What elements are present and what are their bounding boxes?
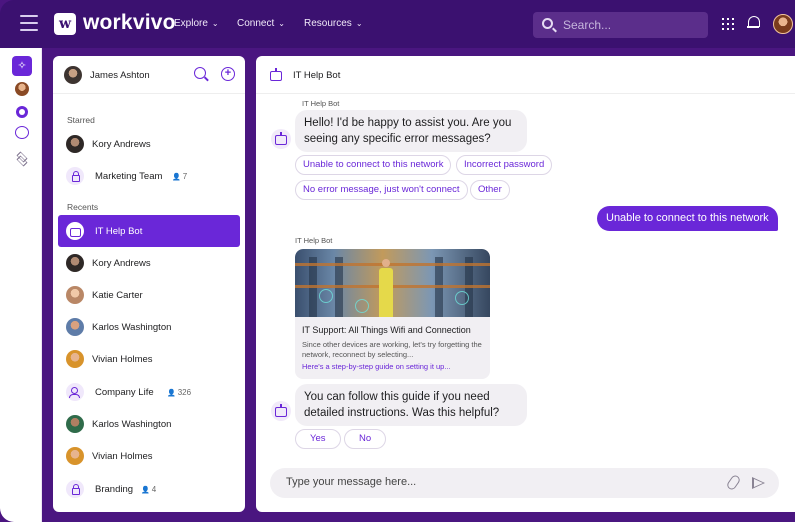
nav-connect[interactable]: Connect ⌄: [237, 18, 285, 29]
lock-icon: [66, 167, 84, 185]
rail-avatar[interactable]: [15, 82, 29, 96]
conversation-list-header: James Ashton +: [53, 56, 245, 94]
chevron-down-icon: ⌄: [278, 19, 285, 28]
conversation-list-panel: James Ashton + Starred Kory Andrews Mark…: [53, 56, 245, 512]
no-button[interactable]: No: [344, 429, 387, 449]
conversation-name: Vivian Holmes: [92, 451, 153, 462]
avatar: [66, 135, 84, 153]
notification-bell-icon[interactable]: [747, 16, 760, 30]
conversation-name: Karlos Washington: [92, 322, 172, 333]
conversation-name: Karlos Washington: [92, 419, 172, 430]
chat-title: IT Help Bot: [293, 70, 341, 81]
member-count: 👤 4: [141, 485, 157, 494]
discover-icon[interactable]: [16, 106, 28, 118]
new-chat-icon[interactable]: +: [221, 67, 235, 81]
conversation-item[interactable]: Katie Carter: [58, 279, 240, 311]
avatar: [66, 350, 84, 368]
conversation-item[interactable]: Vivian Holmes: [58, 343, 240, 375]
attachment-icon[interactable]: [725, 473, 742, 492]
app-frame: w workvivo Explore ⌄ Connect ⌄ Resources ⌄ …: [0, 0, 795, 522]
apps-grid-icon[interactable]: [722, 18, 734, 30]
quick-reply-button[interactable]: Unable to connect to this network: [295, 155, 452, 175]
conversation-name: Kory Andrews: [92, 258, 151, 269]
message-input[interactable]: Type your message here...: [270, 468, 779, 498]
member-count: 👤 326: [167, 388, 192, 397]
lock-icon: [66, 480, 84, 498]
current-user-avatar: [64, 66, 82, 84]
conversation-item[interactable]: Karlos Washington: [58, 408, 240, 440]
conversation-item[interactable]: Kory Andrews: [58, 128, 240, 160]
starred-label: Starred: [67, 115, 95, 125]
global-search-input[interactable]: Search...: [533, 12, 708, 38]
conversation-name: Vivian Holmes: [92, 354, 153, 365]
conversation-name: Branding: [95, 484, 134, 495]
chevron-down-icon: ⌄: [211, 19, 219, 28]
left-rail: ✧: [0, 48, 42, 522]
quick-reply-button[interactable]: No error message, just won't connect: [295, 180, 468, 200]
avatar: [66, 415, 84, 433]
chevron-down-icon: ⌄: [355, 19, 363, 28]
bot-icon: [66, 222, 84, 240]
chat-icon[interactable]: [15, 126, 29, 139]
search-icon[interactable]: [194, 67, 206, 79]
sender-name: IT Help Bot: [302, 99, 340, 108]
warehouse-image: [295, 249, 490, 317]
conversation-item[interactable]: Marketing Team 👤 7: [58, 160, 240, 192]
conversation-item-active[interactable]: IT Help Bot: [58, 215, 240, 247]
bot-message: Hello! I'd be happy to assist you. Are y…: [295, 110, 527, 152]
recents-label: Recents: [67, 202, 99, 212]
top-bar: w workvivo Explore ⌄ Connect ⌄ Resources ⌄ …: [0, 0, 795, 48]
people-icon: 👤: [141, 487, 150, 494]
conversation-item[interactable]: Kory Andrews: [58, 247, 240, 279]
member-count: 👤 7: [172, 172, 188, 181]
avatar: [66, 318, 84, 336]
bot-avatar-icon: [271, 401, 291, 421]
conversation-name: Katie Carter: [92, 290, 143, 301]
bot-avatar-icon: [271, 129, 291, 149]
chat-panel: IT Help Bot IT Help Bot Hello! I'd be ha…: [256, 56, 795, 512]
current-user-name: James Ashton: [90, 70, 150, 81]
message-placeholder: Type your message here...: [286, 476, 417, 488]
conversation-item[interactable]: Branding 👤 4: [58, 473, 240, 505]
workvivo-logo-icon: w: [54, 13, 76, 35]
nav-explore[interactable]: Explore ⌄: [174, 18, 219, 29]
avatar: [66, 447, 84, 465]
conversation-name: Company Life: [95, 387, 154, 398]
bot-message: You can follow this guide if you need de…: [295, 384, 527, 426]
sender-name: IT Help Bot: [295, 236, 333, 245]
card-title: IT Support: All Things Wifi and Connecti…: [302, 325, 471, 335]
article-card[interactable]: IT Support: All Things Wifi and Connecti…: [295, 249, 490, 379]
yes-button[interactable]: Yes: [295, 429, 341, 449]
user-avatar[interactable]: [773, 14, 793, 34]
conversation-name: Kory Andrews: [92, 139, 151, 150]
quick-reply-button[interactable]: Incorrect password: [456, 155, 553, 175]
conversation-item[interactable]: Vivian Holmes: [58, 440, 240, 472]
app-logo-text: workvivo: [83, 11, 176, 34]
search-placeholder: Search...: [563, 18, 612, 32]
hamburger-menu-icon[interactable]: [20, 15, 38, 31]
conversation-name: Marketing Team: [95, 171, 163, 182]
conversation-item[interactable]: Karlos Washington: [58, 311, 240, 343]
people-icon: 👤: [172, 174, 181, 181]
quick-reply-button[interactable]: Other: [470, 180, 510, 200]
bot-icon: [269, 68, 283, 82]
conversation-name: IT Help Bot: [95, 226, 143, 237]
user-message: Unable to connect to this network: [597, 206, 778, 231]
chat-header: IT Help Bot: [256, 56, 795, 94]
nav-resources[interactable]: Resources ⌄: [304, 18, 363, 29]
sparkle-icon[interactable]: ✧: [12, 56, 32, 76]
layers-icon[interactable]: [15, 151, 29, 167]
conversation-item[interactable]: Company Life 👤 326: [58, 376, 240, 408]
avatar: [66, 254, 84, 272]
send-icon[interactable]: [752, 477, 765, 489]
card-link[interactable]: Here's a step-by-step guide on setting i…: [302, 362, 451, 371]
card-description: Since other devices are working, let's t…: [302, 340, 482, 359]
people-icon: 👤: [167, 390, 176, 397]
group-icon: [66, 383, 84, 401]
avatar: [66, 286, 84, 304]
search-icon: [542, 18, 553, 29]
